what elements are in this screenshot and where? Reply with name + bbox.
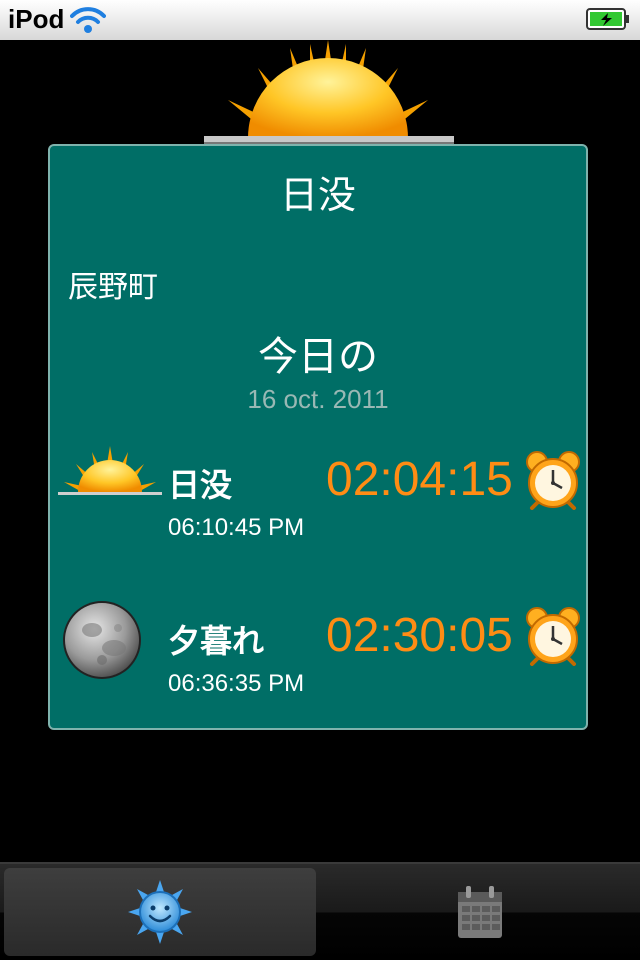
dusk-alarm-clock-icon[interactable]: [524, 606, 582, 666]
calendar-icon: [458, 886, 502, 938]
panel-title: 日没: [279, 173, 356, 217]
moon-icon: [63, 601, 141, 679]
location-label: 辰野町: [68, 270, 158, 305]
dusk-row: 夕暮れ 06:36:35 PM 02:30:05: [50, 601, 586, 712]
sunset-info-panel: 日没 辰野町 今日の 16 oct. 2011 日没 06:10:45 PM 0…: [48, 144, 588, 730]
sunset-header-icon: [204, 40, 454, 146]
dusk-label: 夕暮れ: [168, 622, 265, 660]
tab-calendar[interactable]: [324, 868, 636, 956]
sunset-time: 06:10:45 PM: [168, 514, 305, 541]
dusk-time: 06:36:35 PM: [168, 670, 305, 697]
sunset-countdown: 02:04:15: [326, 453, 513, 506]
today-heading: 今日の: [258, 334, 378, 380]
status-bar: iPod: [0, 0, 640, 40]
device-name: iPod: [8, 4, 65, 34]
tab-bar: [0, 862, 640, 960]
sunset-label: 日没: [168, 466, 233, 504]
battery-icon: [586, 8, 629, 30]
dusk-countdown: 02:30:05: [326, 609, 513, 662]
wifi-icon: [70, 7, 106, 33]
tab-today[interactable]: [4, 868, 316, 956]
sunset-icon: [58, 446, 162, 495]
sun-face-icon: [128, 880, 192, 944]
sunset-row: 日没 06:10:45 PM 02:04:15: [50, 446, 586, 556]
date-label: 16 oct. 2011: [247, 384, 389, 414]
sunset-alarm-clock-icon[interactable]: [524, 450, 582, 510]
